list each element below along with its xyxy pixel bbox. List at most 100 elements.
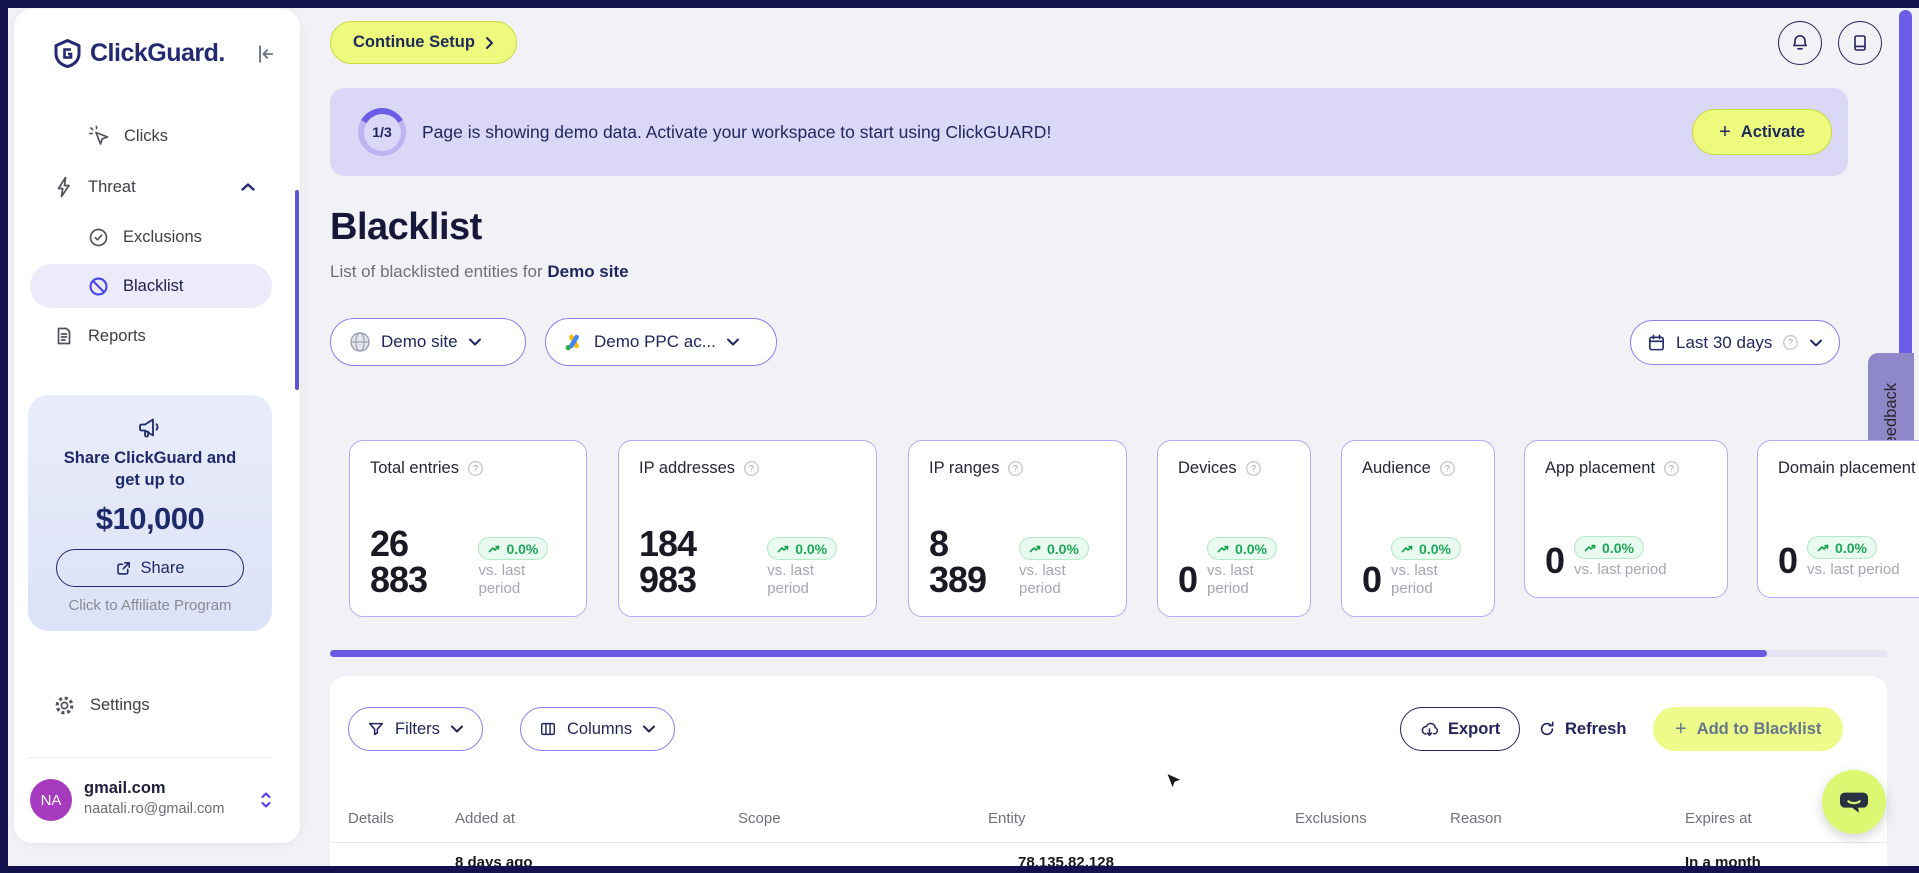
- share-label: Share: [140, 558, 185, 577]
- table-row-expires-at: In a month: [1685, 854, 1761, 866]
- chat-launcher-button[interactable]: [1822, 770, 1886, 834]
- cloud-download-icon: [1420, 721, 1439, 738]
- column-header-expires-at: Expires at: [1685, 810, 1752, 827]
- bell-icon: [1790, 33, 1810, 53]
- continue-setup-label: Continue Setup: [353, 33, 475, 51]
- megaphone-icon: [136, 415, 164, 441]
- blacklist-table-panel: Filters Columns Export Refresh + Add to …: [330, 676, 1887, 866]
- continue-setup-button[interactable]: Continue Setup: [330, 21, 517, 64]
- sidebar-divider: [28, 757, 272, 758]
- stat-card-devices: Devices? 0 0.0% vs. last period: [1157, 440, 1311, 617]
- sidebar-item-reports[interactable]: Reports: [54, 316, 146, 356]
- site-selector[interactable]: Demo site: [330, 318, 526, 366]
- column-header-exclusions: Exclusions: [1295, 810, 1367, 827]
- share-button[interactable]: Share: [56, 549, 244, 587]
- stat-delta: 0.0%: [1047, 540, 1079, 557]
- chevron-down-icon: [642, 724, 656, 734]
- stat-delta: 0.0%: [795, 540, 828, 557]
- columns-button[interactable]: Columns: [520, 707, 676, 751]
- trend-up-icon: [489, 545, 500, 552]
- stat-delta: 0.0%: [1235, 540, 1267, 557]
- sidebar-item-settings[interactable]: Settings: [54, 685, 150, 725]
- page-subtitle: List of blacklisted entities for Demo si…: [330, 262, 629, 282]
- plus-icon: +: [1675, 717, 1687, 740]
- lightning-icon: [54, 176, 74, 198]
- help-icon[interactable]: ?: [1663, 460, 1680, 477]
- svg-text:?: ?: [1013, 464, 1018, 474]
- trend-up-icon: [777, 545, 789, 552]
- sidebar-item-label: Exclusions: [123, 227, 202, 246]
- add-to-blacklist-button[interactable]: + Add to Blacklist: [1653, 707, 1844, 751]
- promo-footer: Click to Affiliate Program: [68, 597, 232, 614]
- sidebar-item-exclusions[interactable]: Exclusions: [88, 217, 202, 257]
- add-to-blacklist-label: Add to Blacklist: [1696, 719, 1822, 738]
- filters-button[interactable]: Filters: [348, 707, 483, 751]
- sidebar-scrollbar[interactable]: [295, 190, 299, 390]
- trend-up-icon: [1817, 544, 1829, 551]
- page-subtitle-site: Demo site: [547, 262, 629, 281]
- stat-card-ip-addresses: IP addresses? 184 983 0.0% vs. last peri…: [618, 440, 877, 617]
- workspace-switcher[interactable]: NA gmail.com naatali.ro@gmail.com: [30, 777, 280, 825]
- stat-vs-label: vs. last period: [1207, 562, 1254, 597]
- help-icon[interactable]: ?: [1782, 334, 1799, 351]
- stat-vs-label: vs. last period: [1807, 561, 1900, 578]
- demo-data-banner: 1/3 Page is showing demo data. Activate …: [330, 88, 1848, 176]
- brand-name: ClickGuard.: [90, 39, 225, 67]
- columns-icon: [539, 720, 557, 738]
- help-icon[interactable]: ?: [467, 460, 484, 477]
- sidebar-item-threat[interactable]: Threat: [54, 167, 274, 207]
- stat-delta: 0.0%: [1419, 540, 1451, 557]
- stat-value: 184 983: [639, 523, 697, 600]
- notifications-button[interactable]: [1778, 21, 1822, 65]
- refresh-label: Refresh: [1565, 719, 1627, 738]
- trend-up-icon: [1217, 545, 1229, 552]
- filters-label: Filters: [395, 719, 440, 738]
- page-title: Blacklist: [330, 206, 482, 248]
- activate-button[interactable]: + Activate: [1692, 109, 1832, 155]
- date-range-selector[interactable]: Last 30 days ?: [1630, 320, 1841, 365]
- help-icon[interactable]: ?: [1007, 460, 1024, 477]
- chevron-down-icon: [726, 337, 740, 347]
- chevron-right-icon: [485, 36, 494, 50]
- site-selector-value: Demo site: [381, 332, 458, 351]
- chat-bubble-icon: [1839, 788, 1869, 816]
- sidebar-item-clicks[interactable]: Clicks: [88, 116, 168, 156]
- sidebar-item-label: Clicks: [124, 126, 168, 145]
- chevron-down-icon: [1809, 338, 1823, 348]
- plus-icon: +: [1719, 120, 1731, 143]
- app-window: ClickGuard. Clicks Threat Exclusions Bla…: [0, 0, 1919, 873]
- table-header-divider: [330, 842, 1887, 843]
- gear-icon: [54, 695, 75, 716]
- cards-scrollbar-thumb[interactable]: [330, 650, 1767, 657]
- activate-label: Activate: [1740, 122, 1805, 141]
- sidebar-item-label: Settings: [90, 695, 150, 714]
- sidebar-collapse-icon[interactable]: [254, 43, 276, 65]
- trend-up-icon: [1401, 545, 1413, 552]
- column-header-entity: Entity: [988, 810, 1026, 827]
- svg-text:?: ?: [1445, 464, 1450, 474]
- columns-label: Columns: [567, 719, 633, 738]
- report-document-icon: [54, 325, 74, 347]
- setup-progress-ring: 1/3: [358, 108, 406, 156]
- docs-button[interactable]: [1838, 21, 1882, 65]
- sidebar-item-label: Reports: [88, 326, 146, 345]
- svg-text:?: ?: [749, 464, 754, 474]
- chevron-down-icon: [450, 724, 464, 734]
- trend-up-icon: [1584, 544, 1596, 551]
- date-range-value: Last 30 days: [1676, 332, 1773, 352]
- google-ads-icon: [564, 332, 584, 352]
- stat-value: 8 389: [929, 523, 987, 600]
- sidebar-item-blacklist[interactable]: Blacklist: [30, 264, 272, 308]
- refresh-button[interactable]: Refresh: [1538, 707, 1626, 751]
- stat-value: 0: [1778, 540, 1798, 581]
- external-link-icon: [115, 560, 132, 577]
- ppc-account-selector[interactable]: Demo PPC ac...: [545, 318, 777, 366]
- export-button[interactable]: Export: [1400, 707, 1521, 751]
- globe-icon: [349, 331, 371, 353]
- workspace-name: gmail.com: [84, 779, 166, 797]
- help-icon[interactable]: ?: [1439, 460, 1456, 477]
- banner-message: Page is showing demo data. Activate your…: [422, 121, 1052, 142]
- help-icon[interactable]: ?: [743, 460, 760, 477]
- stat-label: Audience: [1362, 459, 1431, 477]
- help-icon[interactable]: ?: [1245, 460, 1262, 477]
